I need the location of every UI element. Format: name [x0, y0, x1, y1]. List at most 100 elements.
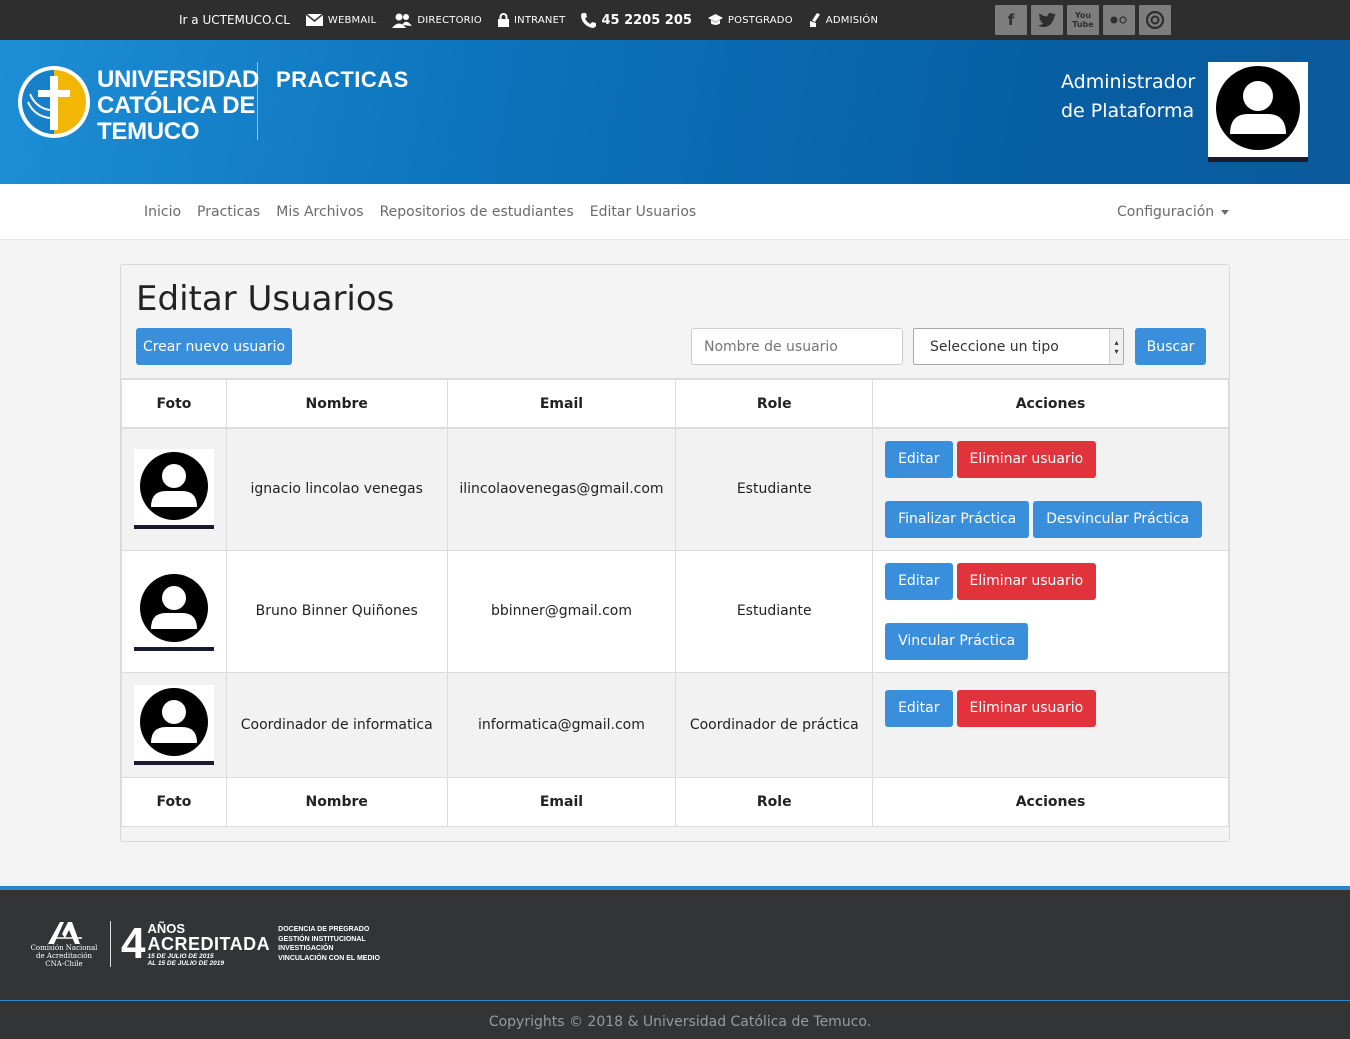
accreditation-anos: AÑOS	[147, 920, 186, 936]
actions-row: Editar Eliminar usuario	[885, 440, 1228, 478]
edit-user-button[interactable]: Editar	[885, 689, 953, 727]
user-avatar[interactable]	[1208, 62, 1308, 162]
username-search-input[interactable]	[691, 328, 903, 365]
column-header-acciones: Acciones	[872, 378, 1229, 429]
top-link-postgrado[interactable]: POSTGRADO	[707, 14, 793, 26]
user-email-cell: informatica@gmail.com	[446, 671, 677, 778]
actions-cell: Editar Eliminar usuario Vincular Práctic…	[872, 549, 1229, 673]
cna-text-line: de Acreditación	[36, 952, 92, 960]
cna-text-line: CNA-Chile	[45, 960, 83, 968]
nav-item-repositorios[interactable]: Repositorios de estudiantes	[372, 204, 582, 220]
column-footer-nombre: Nombre	[225, 776, 448, 827]
top-links: Ir a UCTEMUCO.CL WEBMAIL DIRECTORIO INTR…	[179, 0, 894, 40]
create-user-button[interactable]: Crear nuevo usuario	[136, 328, 292, 365]
user-type-select[interactable]: Seleccione un tipo ▴ ▾	[913, 328, 1124, 365]
column-footer-foto: Foto	[121, 776, 227, 827]
cna-logo: Comisión Nacional de Acreditación CNA-Ch…	[28, 920, 100, 968]
user-avatar-icon	[1208, 66, 1308, 162]
youtube-icon[interactable]: You Tube	[1067, 5, 1099, 35]
site-title[interactable]: PRACTICAS	[276, 67, 409, 93]
table-footer-row: Foto Nombre Email Role Acciones	[121, 776, 1229, 827]
photo-cell	[121, 427, 227, 551]
graduation-cap-icon	[707, 14, 723, 25]
user-photo	[133, 449, 214, 530]
logo-divider	[257, 62, 258, 140]
top-link-uctemuco[interactable]: Ir a UCTEMUCO.CL	[179, 13, 290, 27]
unlink-practice-button[interactable]: Desvincular Práctica	[1033, 500, 1203, 538]
university-logo-icon[interactable]	[16, 64, 92, 140]
actions-cell: Editar Eliminar usuario Finalizar Prácti…	[872, 427, 1229, 551]
actions-cell: Editar Eliminar usuario	[872, 671, 1229, 778]
photo-cell	[121, 671, 227, 778]
top-link-intranet[interactable]: INTRANET	[498, 13, 565, 27]
select-arrows-icon: ▴ ▾	[1109, 329, 1123, 364]
top-link-webmail[interactable]: WEBMAIL	[305, 14, 377, 26]
flickr-icon[interactable]	[1103, 5, 1135, 35]
top-link-label: INTRANET	[514, 14, 566, 26]
top-link-directorio[interactable]: DIRECTORIO	[392, 13, 482, 28]
nav-items: Inicio Practicas Mis Archivos Repositori…	[136, 184, 704, 240]
user-avatar-icon	[139, 574, 208, 642]
photo-caption-strip	[133, 760, 214, 765]
university-name-line: CATÓLICA DE	[97, 92, 256, 119]
university-name[interactable]: UNIVERSIDAD CATÓLICA DE TEMUCO	[97, 67, 259, 145]
edit-user-button[interactable]: Editar	[885, 562, 953, 600]
actions-row: Finalizar Práctica Desvincular Práctica	[885, 500, 1228, 538]
delete-user-button[interactable]: Eliminar usuario	[956, 562, 1097, 600]
user-avatar-icon	[139, 687, 208, 756]
nav-item-mis-archivos[interactable]: Mis Archivos	[268, 204, 371, 220]
user-email-cell: bbinner@gmail.com	[446, 549, 677, 673]
user-name-line: Administrador	[1061, 71, 1196, 93]
user-name: Administrador de Plataforma	[1061, 68, 1195, 126]
nav-config-label: Configuración	[1117, 204, 1215, 220]
user-name-cell: Bruno Binner Quiñones	[225, 549, 448, 673]
accreditation-area: GESTIÓN INSTITUCIONAL	[278, 935, 366, 943]
table-row: Bruno Binner Quiñones bbinner@gmail.com …	[121, 549, 1229, 673]
top-link-label: POSTGRADO	[727, 14, 793, 26]
top-link-label: WEBMAIL	[327, 14, 377, 26]
column-header-email: Email	[446, 378, 677, 429]
edit-user-button[interactable]: Editar	[885, 440, 953, 478]
nav-item-editar-usuarios[interactable]: Editar Usuarios	[582, 204, 704, 220]
accreditation-area: DOCENCIA DE PREGRADO	[278, 926, 370, 933]
delete-user-button[interactable]: Eliminar usuario	[956, 689, 1097, 727]
issuu-icon[interactable]	[1139, 5, 1171, 35]
nav-item-practicas[interactable]: Practicas	[189, 204, 268, 220]
university-name-line: UNIVERSIDAD	[97, 66, 260, 93]
user-name-line: de Plataforma	[1061, 100, 1195, 122]
nav-item-inicio[interactable]: Inicio	[136, 204, 189, 220]
finish-practice-button[interactable]: Finalizar Práctica	[885, 500, 1030, 538]
table-row: ignacio lincolao venegas ilincolaovenega…	[121, 427, 1229, 551]
cna-text-line: Comisión Nacional	[30, 944, 98, 952]
user-email-cell: ilincolaovenegas@gmail.com	[446, 427, 677, 551]
accreditation-badge: Comisión Nacional de Acreditación CNA-Ch…	[28, 920, 380, 968]
mail-icon	[305, 14, 323, 26]
actions-row: Vincular Práctica	[885, 622, 1228, 660]
link-practice-button[interactable]: Vincular Práctica	[885, 622, 1029, 660]
facebook-icon[interactable]: f	[995, 5, 1027, 35]
user-type-select-value: Seleccione un tipo	[930, 338, 1059, 355]
user-role-cell: Estudiante	[675, 549, 874, 673]
accreditation-date: 15 DE JULIO DE 2015	[147, 952, 214, 960]
user-photo	[133, 684, 214, 765]
delete-user-button[interactable]: Eliminar usuario	[956, 440, 1097, 478]
accreditation-areas: DOCENCIA DE PREGRADO GESTIÓN INSTITUCION…	[278, 925, 380, 963]
top-link-admision[interactable]: ADMISIÓN	[809, 13, 878, 27]
search-button[interactable]: Buscar	[1135, 328, 1206, 365]
lock-icon	[498, 13, 510, 27]
top-link-label: DIRECTORIO	[417, 14, 483, 26]
top-link-label: ADMISIÓN	[825, 14, 879, 26]
nav-config-dropdown[interactable]: Configuración	[1117, 184, 1230, 240]
phone-number: 45 2205 205	[601, 12, 692, 28]
site-header: UNIVERSIDAD CATÓLICA DE TEMUCO PRACTICAS…	[0, 40, 1350, 184]
table-header-row: Foto Nombre Email Role Acciones	[121, 378, 1229, 429]
top-link-phone[interactable]: 45 2205 205	[581, 12, 692, 28]
user-photo	[133, 571, 214, 651]
user-name-cell: Coordinador de informatica	[225, 671, 448, 778]
column-header-nombre: Nombre	[225, 378, 448, 429]
photo-caption-strip	[133, 525, 214, 530]
accreditation-years: 4	[121, 919, 146, 968]
twitter-icon[interactable]	[1031, 5, 1063, 35]
user-role-cell: Estudiante	[675, 427, 874, 551]
user-name-cell: ignacio lincolao venegas	[225, 427, 448, 551]
